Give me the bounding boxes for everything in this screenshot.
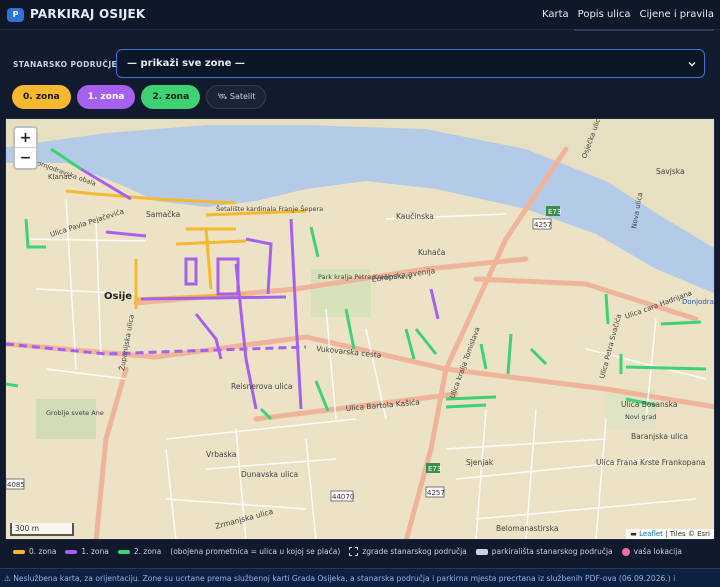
zone-0-swatch: [13, 549, 25, 554]
road-shield-44070: 44070: [332, 493, 354, 501]
label-belomanastirska: Belomanastirska: [496, 524, 558, 533]
area-select[interactable]: — prikaži sve zone —: [116, 49, 705, 78]
legend-zone-0: 0. zona: [13, 547, 56, 556]
legend-lokacija-label: vaša lokacija: [633, 547, 682, 556]
label-setaliste: Šetalište kardinala Franje Šepera: [216, 204, 323, 213]
label-samacka: Samačka: [146, 210, 180, 219]
label-vrbaska: Vrbaska: [206, 450, 236, 459]
zone-1-chip[interactable]: 1. zona: [76, 85, 136, 109]
legend-lokacija: vaša lokacija: [621, 547, 682, 556]
label-park: Park kralja Petra Krešimira IV: [318, 273, 413, 281]
legend-parkiralista: parkirališta stanarskog područja: [475, 547, 613, 556]
nav-active-underline: [574, 29, 714, 31]
map-view[interactable]: E73 4257 E73 4257 4085 44070 Osije Šetal…: [5, 118, 715, 540]
zone-2-chip[interactable]: 2. zona: [141, 85, 201, 109]
road-shield-e73b: E73: [428, 465, 441, 473]
label-sjenjak: Sjenjak: [466, 458, 494, 467]
label-bosanska: Ulica Bosanska: [621, 400, 677, 409]
location-dot-icon: [621, 547, 630, 556]
leaflet-link[interactable]: Leaflet: [639, 530, 663, 538]
chevron-down-icon: [688, 62, 696, 67]
zoom-out-button[interactable]: −: [15, 148, 36, 168]
legend-zone-1: 1. zona: [65, 547, 109, 556]
zone-chips: 0. zona 1. zona 2. zona 🛰 Satelit: [12, 85, 267, 109]
label-dunavska: Dunavska ulica: [241, 470, 298, 479]
map-attribution: ▬ Leaflet | Tiles © Esri: [626, 529, 714, 539]
main-nav: Karta Popis ulica Cijene i pravila: [542, 9, 714, 20]
croatia-flag-icon: ▬: [630, 530, 640, 538]
parking-logo-icon: P: [7, 8, 24, 22]
disclaimer-footer: ⚠ Neslužbena karta, za orijentaciju. Zon…: [0, 568, 720, 587]
legend-zone-0-label: 0. zona: [29, 547, 57, 556]
city-label: Osije: [104, 291, 132, 302]
nav-popis-ulica[interactable]: Popis ulica: [578, 9, 631, 20]
label-savjska: Savjska: [656, 167, 685, 176]
legend-zgrade-label: zgrade stanarskog područja: [362, 547, 467, 556]
map-canvas[interactable]: E73 4257 E73 4257 4085 44070 Osije Šetal…: [6, 119, 715, 540]
zone-1-swatch: [65, 549, 78, 554]
brand-title[interactable]: PARKIRAJ OSIJEK: [30, 7, 145, 21]
dashed-square-icon: [349, 547, 359, 556]
area-select-value: — prikaži sve zone —: [127, 58, 245, 69]
nav-cijene-i-pravila[interactable]: Cijene i pravila: [639, 9, 714, 20]
zoom-in-button[interactable]: +: [15, 128, 36, 148]
area-select-label: STANARSKO PODRUČJE: [13, 60, 118, 69]
tiles-credit: | Tiles © Esri: [662, 530, 710, 538]
road-shield-e73: E73: [548, 208, 561, 216]
top-bar: P PARKIRAJ OSIJEK Karta Popis ulica Cije…: [0, 0, 720, 31]
road-shield-4085: 4085: [7, 481, 25, 489]
satellite-icon: 🛰: [217, 92, 230, 101]
legend-zgrade: zgrade stanarskog područja: [349, 547, 467, 556]
label-kuhaceva: Kuhača: [418, 248, 445, 257]
nav-karta[interactable]: Karta: [542, 9, 569, 20]
map-legend: 0. zona 1. zona 2. zona (obojena prometn…: [13, 547, 682, 556]
label-reisnerova: Reisnerova ulica: [231, 382, 292, 391]
legend-parkiralista-label: parkirališta stanarskog područja: [491, 547, 613, 556]
satellite-toggle[interactable]: 🛰 Satelit: [206, 85, 267, 109]
label-frankopana: Ulica Frana Krste Frankopana: [596, 458, 705, 467]
label-klanac: Klanac: [48, 173, 72, 181]
zone-2-swatch: [117, 549, 130, 554]
label-novi-grad: Novi grad: [625, 413, 656, 421]
zoom-control: + −: [13, 126, 38, 170]
map-scale-bar: 300 m: [10, 523, 74, 536]
legend-note: (obojena prometnica = ulica u kojoj se p…: [170, 547, 341, 556]
label-baranjska: Baranjska ulica: [631, 432, 688, 441]
road-shield-4257b: 4257: [427, 489, 445, 497]
label-kaucinska: Kaučinska: [396, 212, 434, 221]
satellite-label: Satelit: [229, 92, 256, 101]
parking-swatch: [475, 548, 488, 555]
cemetery-area: [36, 399, 96, 439]
label-groblje: Groblje svete Ane: [46, 409, 104, 417]
road-shield-4257: 4257: [534, 221, 552, 229]
legend-zone-1-label: 1. zona: [81, 547, 109, 556]
label-donjodravska: Donjodravska: [682, 298, 715, 306]
legend-zone-2-label: 2. zona: [133, 547, 162, 556]
legend-zone-2: 2. zona: [117, 547, 162, 556]
zone-0-chip[interactable]: 0. zona: [12, 85, 71, 109]
